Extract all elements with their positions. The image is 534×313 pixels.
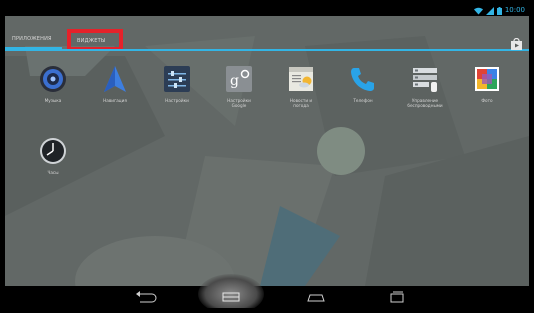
phone-icon: [349, 65, 377, 93]
app-wireless[interactable]: Управление беспроводными: [394, 65, 456, 108]
recent-apps-icon: [307, 294, 325, 302]
clock-icon: [39, 137, 67, 165]
app-settings[interactable]: Настройки: [146, 65, 208, 103]
app-navigation[interactable]: Навигация: [84, 65, 146, 103]
app-photos[interactable]: Фото: [456, 65, 518, 103]
svg-text:g: g: [230, 73, 239, 89]
play-store-icon: [511, 37, 522, 50]
app-clock[interactable]: Часы: [22, 137, 84, 175]
app-label: Навигация: [103, 98, 127, 103]
app-label: Телефон: [353, 98, 373, 103]
store-button[interactable]: [510, 36, 523, 50]
tab-widgets[interactable]: ВИДЖЕТЫ: [67, 29, 123, 51]
wifi-icon: [473, 7, 483, 14]
navigation-bar: [5, 274, 529, 308]
status-time: 10:00: [504, 6, 525, 14]
tab-divider: [5, 49, 529, 51]
signal-icon: [485, 6, 494, 15]
tab-bar: ПРИЛОЖЕНИЯ ВИДЖЕТЫ: [5, 16, 529, 54]
back-icon: [136, 291, 157, 303]
app-news-weather[interactable]: Новости и погода: [270, 65, 332, 108]
tab-applications[interactable]: ПРИЛОЖЕНИЯ: [12, 36, 52, 42]
navigation-icon: [101, 65, 129, 93]
tablet-screen: 10:00 ПРИЛОЖЕНИЯ ВИДЖЕТЫ Музыка Навигаци…: [5, 5, 529, 308]
app-label: Настройки Google: [227, 98, 251, 108]
menu-icon: [390, 291, 404, 303]
app-music[interactable]: Музыка: [22, 65, 84, 103]
google-settings-icon: g: [225, 65, 253, 93]
app-label: Музыка: [44, 98, 62, 103]
news-weather-icon: [287, 65, 315, 93]
tab-selected-indicator: [5, 47, 62, 51]
music-icon: [39, 65, 67, 93]
status-icons: 10:00: [473, 6, 525, 15]
recent-apps-button[interactable]: [302, 289, 330, 305]
app-label: Часы: [47, 170, 59, 175]
back-button[interactable]: [132, 289, 160, 305]
home-icon: [222, 292, 240, 302]
app-phone[interactable]: Телефон: [332, 65, 394, 103]
tab-widgets-label: ВИДЖЕТЫ: [77, 38, 106, 44]
home-button[interactable]: [217, 289, 245, 305]
app-google-settings[interactable]: g Настройки Google: [208, 65, 270, 108]
settings-icon: [163, 65, 191, 93]
app-label: Фото: [481, 98, 493, 103]
battery-icon: [496, 6, 502, 15]
menu-button[interactable]: [383, 289, 411, 305]
app-label: Управление беспроводными: [407, 98, 443, 108]
wireless-icon: [411, 65, 439, 93]
photos-icon: [473, 65, 501, 93]
app-label: Настройки: [165, 98, 189, 103]
status-bar: 10:00: [5, 5, 529, 16]
app-label: Новости и погода: [289, 98, 313, 108]
